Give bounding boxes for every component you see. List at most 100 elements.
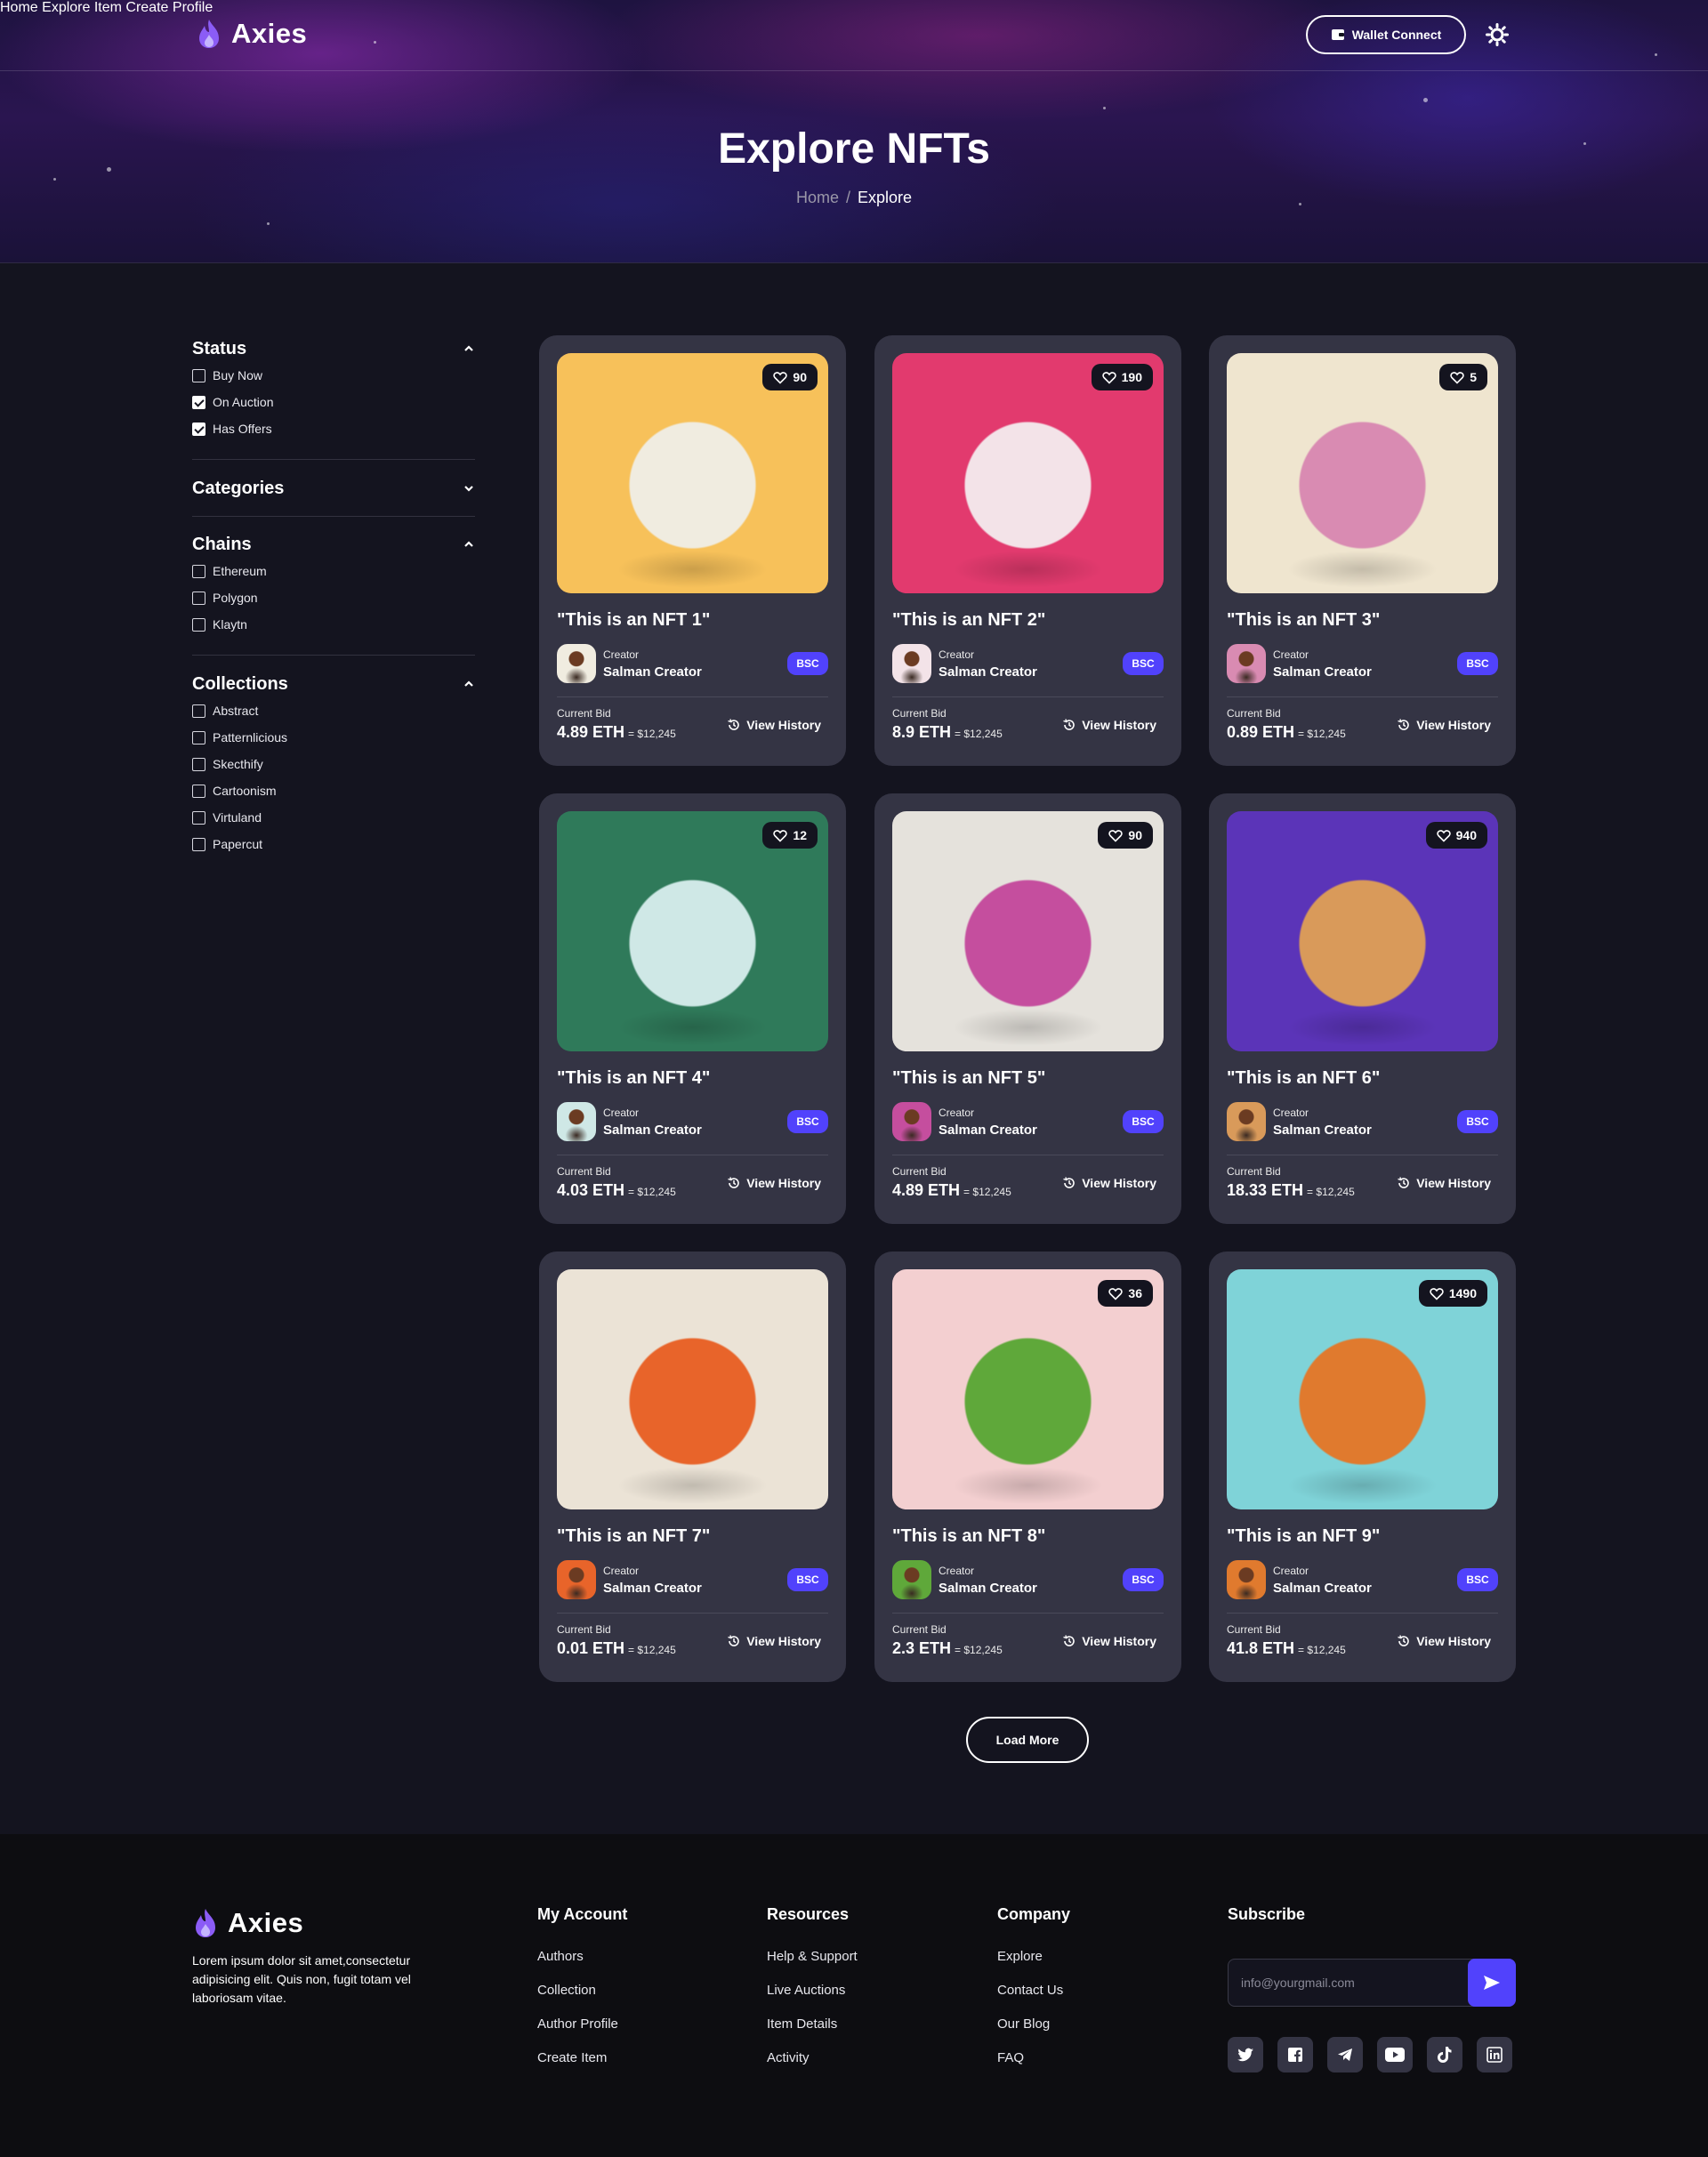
creator-name[interactable]: Salman Creator	[939, 1123, 1037, 1138]
filter-option-papercut[interactable]: Papercut	[192, 831, 475, 857]
checkbox[interactable]	[192, 704, 205, 718]
footer-link[interactable]: Collection	[537, 1983, 627, 2016]
checkbox[interactable]	[192, 730, 205, 744]
nft-image[interactable]: 90	[892, 811, 1164, 1051]
telegram-icon[interactable]	[1327, 2037, 1363, 2072]
like-button[interactable]: 5	[1439, 364, 1487, 390]
nft-card[interactable]: "This is an NFT 7" Creator Salman Creator B…	[539, 1252, 846, 1682]
like-button[interactable]: 190	[1091, 364, 1153, 390]
checkbox[interactable]	[192, 591, 205, 605]
avatar[interactable]	[557, 644, 596, 683]
footer-link[interactable]: Create Item	[537, 2050, 627, 2084]
nft-card[interactable]: 36 "This is an NFT 8" Creator Salman Creato…	[874, 1252, 1181, 1682]
avatar[interactable]	[892, 644, 931, 683]
footer-link[interactable]: Help & Support	[767, 1949, 858, 1983]
footer-link[interactable]: Activity	[767, 2050, 858, 2084]
nft-card[interactable]: 12 "This is an NFT 4" Creator Salman Creato…	[539, 793, 846, 1224]
creator-name[interactable]: Salman Creator	[1273, 664, 1372, 680]
nft-title[interactable]: "This is an NFT 8"	[892, 1526, 1045, 1547]
youtube-icon[interactable]	[1377, 2037, 1413, 2072]
footer-link[interactable]: Contact Us	[997, 1983, 1070, 2016]
filter-status-header[interactable]: Status	[192, 339, 475, 358]
filter-option-ethereum[interactable]: Ethereum	[192, 558, 475, 584]
creator-name[interactable]: Salman Creator	[1273, 1123, 1372, 1138]
view-history-button[interactable]: View History	[727, 1176, 821, 1190]
nft-image[interactable]: 1490	[1227, 1269, 1498, 1509]
wallet-connect-button[interactable]: Wallet Connect	[1306, 15, 1466, 54]
checkbox[interactable]	[192, 422, 205, 436]
avatar[interactable]	[557, 1102, 596, 1141]
checkbox[interactable]	[192, 784, 205, 798]
subscribe-submit-button[interactable]	[1468, 1959, 1516, 2007]
checkbox[interactable]	[192, 617, 205, 632]
like-button[interactable]: 12	[762, 822, 818, 849]
footer-link[interactable]: Authors	[537, 1949, 627, 1983]
checkbox[interactable]	[192, 810, 205, 825]
linkedin-icon[interactable]	[1477, 2037, 1512, 2072]
nft-title[interactable]: "This is an NFT 1"	[557, 610, 710, 631]
checkbox[interactable]	[192, 368, 205, 382]
creator-name[interactable]: Salman Creator	[939, 1581, 1037, 1596]
filter-option-skecthify[interactable]: Skecthify	[192, 751, 475, 777]
nav-item[interactable]: Item	[94, 0, 122, 15]
footer-link[interactable]: Item Details	[767, 2016, 858, 2050]
checkbox[interactable]	[192, 837, 205, 851]
nft-card[interactable]: 1490 "This is an NFT 9" Creator Salman Crea…	[1209, 1252, 1516, 1682]
footer-link[interactable]: Author Profile	[537, 2016, 627, 2050]
view-history-button[interactable]: View History	[727, 1634, 821, 1648]
avatar[interactable]	[1227, 1560, 1266, 1599]
site-logo[interactable]: Axies	[196, 18, 307, 50]
view-history-button[interactable]: View History	[1397, 1176, 1491, 1190]
creator-name[interactable]: Salman Creator	[1273, 1581, 1372, 1596]
avatar[interactable]	[892, 1102, 931, 1141]
avatar[interactable]	[1227, 1102, 1266, 1141]
nft-title[interactable]: "This is an NFT 5"	[892, 1068, 1045, 1089]
nft-card[interactable]: 190 "This is an NFT 2" Creator Salman Creat…	[874, 335, 1181, 766]
nav-create[interactable]: Create	[125, 0, 168, 15]
twitter-icon[interactable]	[1228, 2037, 1263, 2072]
nft-card[interactable]: 940 "This is an NFT 6" Creator Salman Creat…	[1209, 793, 1516, 1224]
theme-toggle-icon[interactable]	[1486, 23, 1509, 46]
nft-image[interactable]: 90	[557, 353, 828, 593]
filter-categories-header[interactable]: Categories	[192, 479, 475, 498]
avatar[interactable]	[1227, 644, 1266, 683]
view-history-button[interactable]: View History	[1397, 1634, 1491, 1648]
like-button[interactable]: 90	[1098, 822, 1153, 849]
footer-link[interactable]: Live Auctions	[767, 1983, 858, 2016]
creator-name[interactable]: Salman Creator	[603, 1123, 702, 1138]
nft-title[interactable]: "This is an NFT 7"	[557, 1526, 710, 1547]
checkbox[interactable]	[192, 564, 205, 578]
load-more-button[interactable]: Load More	[966, 1717, 1089, 1763]
avatar[interactable]	[892, 1560, 931, 1599]
filter-option-patternlicious[interactable]: Patternlicious	[192, 724, 475, 751]
filter-collections-header[interactable]: Collections	[192, 674, 475, 694]
nft-image[interactable]: 940	[1227, 811, 1498, 1051]
nft-image[interactable]: 190	[892, 353, 1164, 593]
avatar[interactable]	[557, 1560, 596, 1599]
nft-title[interactable]: "This is an NFT 6"	[1227, 1068, 1380, 1089]
nft-image[interactable]: 5	[1227, 353, 1498, 593]
nft-card[interactable]: 90 "This is an NFT 1" Creator Salman Creato…	[539, 335, 846, 766]
footer-logo[interactable]: Axies	[192, 1907, 303, 1939]
checkbox[interactable]	[192, 395, 205, 409]
filter-option-virtuland[interactable]: Virtuland	[192, 804, 475, 831]
nav-explore[interactable]: Explore	[42, 0, 90, 15]
filter-chains-header[interactable]: Chains	[192, 535, 475, 554]
nav-profile[interactable]: Profile	[173, 0, 213, 15]
creator-name[interactable]: Salman Creator	[603, 1581, 702, 1596]
breadcrumb-home[interactable]: Home	[796, 189, 839, 206]
view-history-button[interactable]: View History	[1062, 718, 1156, 732]
creator-name[interactable]: Salman Creator	[939, 664, 1037, 680]
facebook-icon[interactable]	[1277, 2037, 1313, 2072]
checkbox[interactable]	[192, 757, 205, 771]
like-button[interactable]: 90	[762, 364, 818, 390]
filter-option-has-offers[interactable]: Has Offers	[192, 415, 475, 442]
like-button[interactable]: 940	[1425, 822, 1487, 849]
filter-option-buy-now[interactable]: Buy Now	[192, 362, 475, 389]
view-history-button[interactable]: View History	[1062, 1176, 1156, 1190]
nft-image[interactable]	[557, 1269, 828, 1509]
view-history-button[interactable]: View History	[1062, 1634, 1156, 1648]
footer-link[interactable]: Explore	[997, 1949, 1070, 1983]
footer-link[interactable]: FAQ	[997, 2050, 1070, 2084]
filter-option-klaytn[interactable]: Klaytn	[192, 611, 475, 638]
